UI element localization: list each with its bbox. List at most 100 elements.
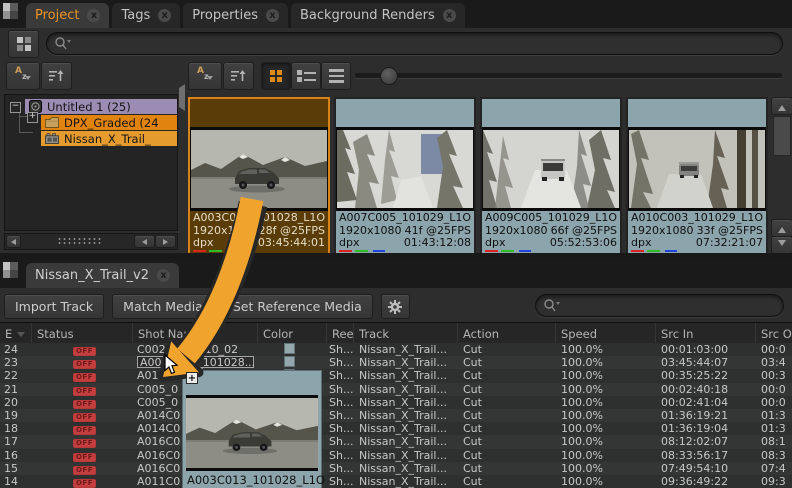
color-cell[interactable] [258,343,327,357]
status-badge[interactable]: OFF [73,373,96,382]
status-cell[interactable]: OFF [32,409,133,422]
set-reference-media-button[interactable]: Set Reference Media [222,294,373,319]
status-cell[interactable]: OFF [32,449,133,462]
tab-background-renders[interactable]: Background Renders x [291,3,465,28]
column-header-reel[interactable]: Ree [327,323,354,344]
status-badge[interactable]: OFF [73,453,96,462]
tree-sort-alpha-button[interactable]: Az [6,62,40,90]
status-badge[interactable]: OFF [73,479,96,488]
table-row[interactable]: 16 OFF A016C0 Sh... Nissan_X_Trail... Cu… [0,449,792,462]
table-row[interactable]: 22 OFF A014C0 Sh... Nissan_X_Trail... Cu… [0,369,792,382]
tab-project[interactable]: Project x [26,3,109,28]
tree-item-project-untitled[interactable]: Untitled 1 (25) [25,99,177,114]
panel-corner-icon[interactable] [3,262,18,278]
status-badge[interactable]: OFF [73,426,96,435]
status-cell[interactable]: OFF [32,462,133,475]
status-cell[interactable]: OFF [32,396,133,409]
src-out-cell: 01:3 [756,422,792,435]
column-header-src-out[interactable]: Src O [756,323,792,344]
status-cell[interactable]: OFF [32,383,133,396]
close-icon[interactable]: x [158,9,171,22]
drag-ghost-label: A003C013_101028_L1O [187,473,325,487]
shot-name-cell[interactable]: A003C013_101028... [133,356,258,369]
view-list-button[interactable] [321,62,351,90]
column-header-shot-name[interactable]: Shot Name [133,323,258,344]
scroll-left-button-2[interactable] [134,235,155,248]
status-badge[interactable]: OFF [73,387,96,396]
panel-corner-icon[interactable] [3,3,18,19]
status-cell[interactable]: OFF [32,343,133,356]
status-cell[interactable]: OFF [32,422,133,435]
status-badge[interactable]: OFF [73,413,96,422]
thumbs-vscrollbar[interactable] [771,97,791,253]
clip-thumbnail-a007c005[interactable]: A007C005_101029_L1O 1920x108041f @25FPS … [334,97,476,253]
close-icon[interactable]: x [87,9,100,22]
table-row[interactable]: 20 OFF C005_0 Sh... Nissan_X_Trail... Cu… [0,396,792,409]
clip-thumbnail-a009c005[interactable]: A009C005_101029_L1O 1920x108066f @25FPS … [480,97,622,253]
table-row[interactable]: 17 OFF A016C0 Sh... Nissan_X_Trail... Cu… [0,435,792,448]
thumbnail-size-slider-track[interactable] [355,73,782,78]
shot-name-cell[interactable]: C002_02_2810_02 [133,343,258,356]
table-row[interactable]: 19 OFF A014C0 Sh... Nissan_X_Trail... Cu… [0,409,792,422]
status-cell[interactable]: OFF [32,369,133,382]
pane-collapse-handle[interactable] [175,88,185,107]
status-badge[interactable]: OFF [73,360,96,369]
table-row[interactable]: 23 OFF A003C013_101028... Sh... Nissan_X… [0,356,792,369]
tab-nissan-x-trail-v2[interactable]: Nissan_X_Trail_v2 x [26,263,179,288]
status-badge[interactable]: OFF [73,439,96,448]
view-thumbnail-list-button[interactable] [291,62,321,90]
column-header-color[interactable]: Color [258,323,327,344]
scroll-up-button[interactable] [771,97,792,115]
status-cell[interactable]: OFF [32,475,133,488]
match-media-button[interactable]: Match Media [112,294,214,319]
status-badge[interactable]: OFF [73,466,96,475]
layout-grid-button[interactable] [8,30,39,58]
tree-sort-order-button[interactable] [41,62,72,90]
close-icon[interactable]: x [157,269,170,282]
clip-thumbnail-a003c013[interactable]: A003C013_101028_L1O 1920x108028f @25FPS … [188,97,330,253]
thumbnail-size-slider-handle[interactable] [380,67,398,85]
thumbs-sort-alpha-button[interactable]: Az [188,62,222,90]
table-row[interactable]: 18 OFF A014C0 Sh... Nissan_X_Trail... Cu… [0,422,792,435]
column-header-event[interactable]: E [0,323,32,344]
tree-collapse-box[interactable]: − [10,102,21,113]
scroll-down-button[interactable] [771,236,792,253]
scroll-left-button[interactable] [6,235,21,248]
tab-properties[interactable]: Properties x [183,3,288,28]
tab-tags[interactable]: Tags x [112,3,180,28]
table-row[interactable]: 15 OFF A016C0 Sh... Nissan_X_Trail... Cu… [0,462,792,475]
thumbs-sort-order-button[interactable] [223,62,254,90]
timeline-search-input[interactable] [535,294,784,317]
table-row[interactable]: 24 OFF C002_02_2810_02 Sh... Nissan_X_Tr… [0,343,792,356]
column-header-src-in[interactable]: Src In [656,323,756,344]
clip-thumbnail-a010c003[interactable]: A010C003_101029_L1O 1920x108033f @25FPS … [626,97,768,253]
close-icon[interactable]: x [443,9,456,22]
color-cell[interactable] [258,356,327,370]
tree-item-folder-dpx-graded[interactable]: DPX_Graded (24 [41,115,177,130]
project-search-input[interactable] [46,32,783,55]
tree-item-clip-nissan-x-trail[interactable]: Nissan_X_Trail_ [41,131,177,146]
scrollbar-grip[interactable] [57,237,101,245]
tree-hscrollbar[interactable] [4,233,178,250]
table-row[interactable]: 14 OFF A011C0 Sh... Nissan_X_Trail... Cu… [0,475,792,488]
color-swatch[interactable] [284,343,295,354]
settings-button[interactable] [381,294,410,319]
column-header-speed[interactable]: Speed [556,323,656,344]
close-icon[interactable]: x [266,9,279,22]
status-badge[interactable]: OFF [73,347,96,356]
status-badge[interactable]: OFF [73,400,96,409]
column-header-track[interactable]: Track [354,323,458,344]
scroll-right-button[interactable] [155,235,176,248]
status-cell[interactable]: OFF [32,435,133,448]
status-cell[interactable]: OFF [32,356,133,369]
import-track-button[interactable]: Import Track [4,294,104,319]
column-header-action[interactable]: Action [458,323,556,344]
view-grid-button[interactable] [261,62,291,90]
column-header-status[interactable]: Status [32,323,133,344]
scrollbar-thumb[interactable] [773,116,791,156]
scroll-up-button-2[interactable] [771,219,792,237]
tree-expand-box[interactable]: + [27,112,38,123]
table-row[interactable]: 21 OFF C005_0 Sh... Nissan_X_Trail... Cu… [0,383,792,396]
color-swatch[interactable] [284,356,295,367]
event-number: 23 [0,356,32,369]
